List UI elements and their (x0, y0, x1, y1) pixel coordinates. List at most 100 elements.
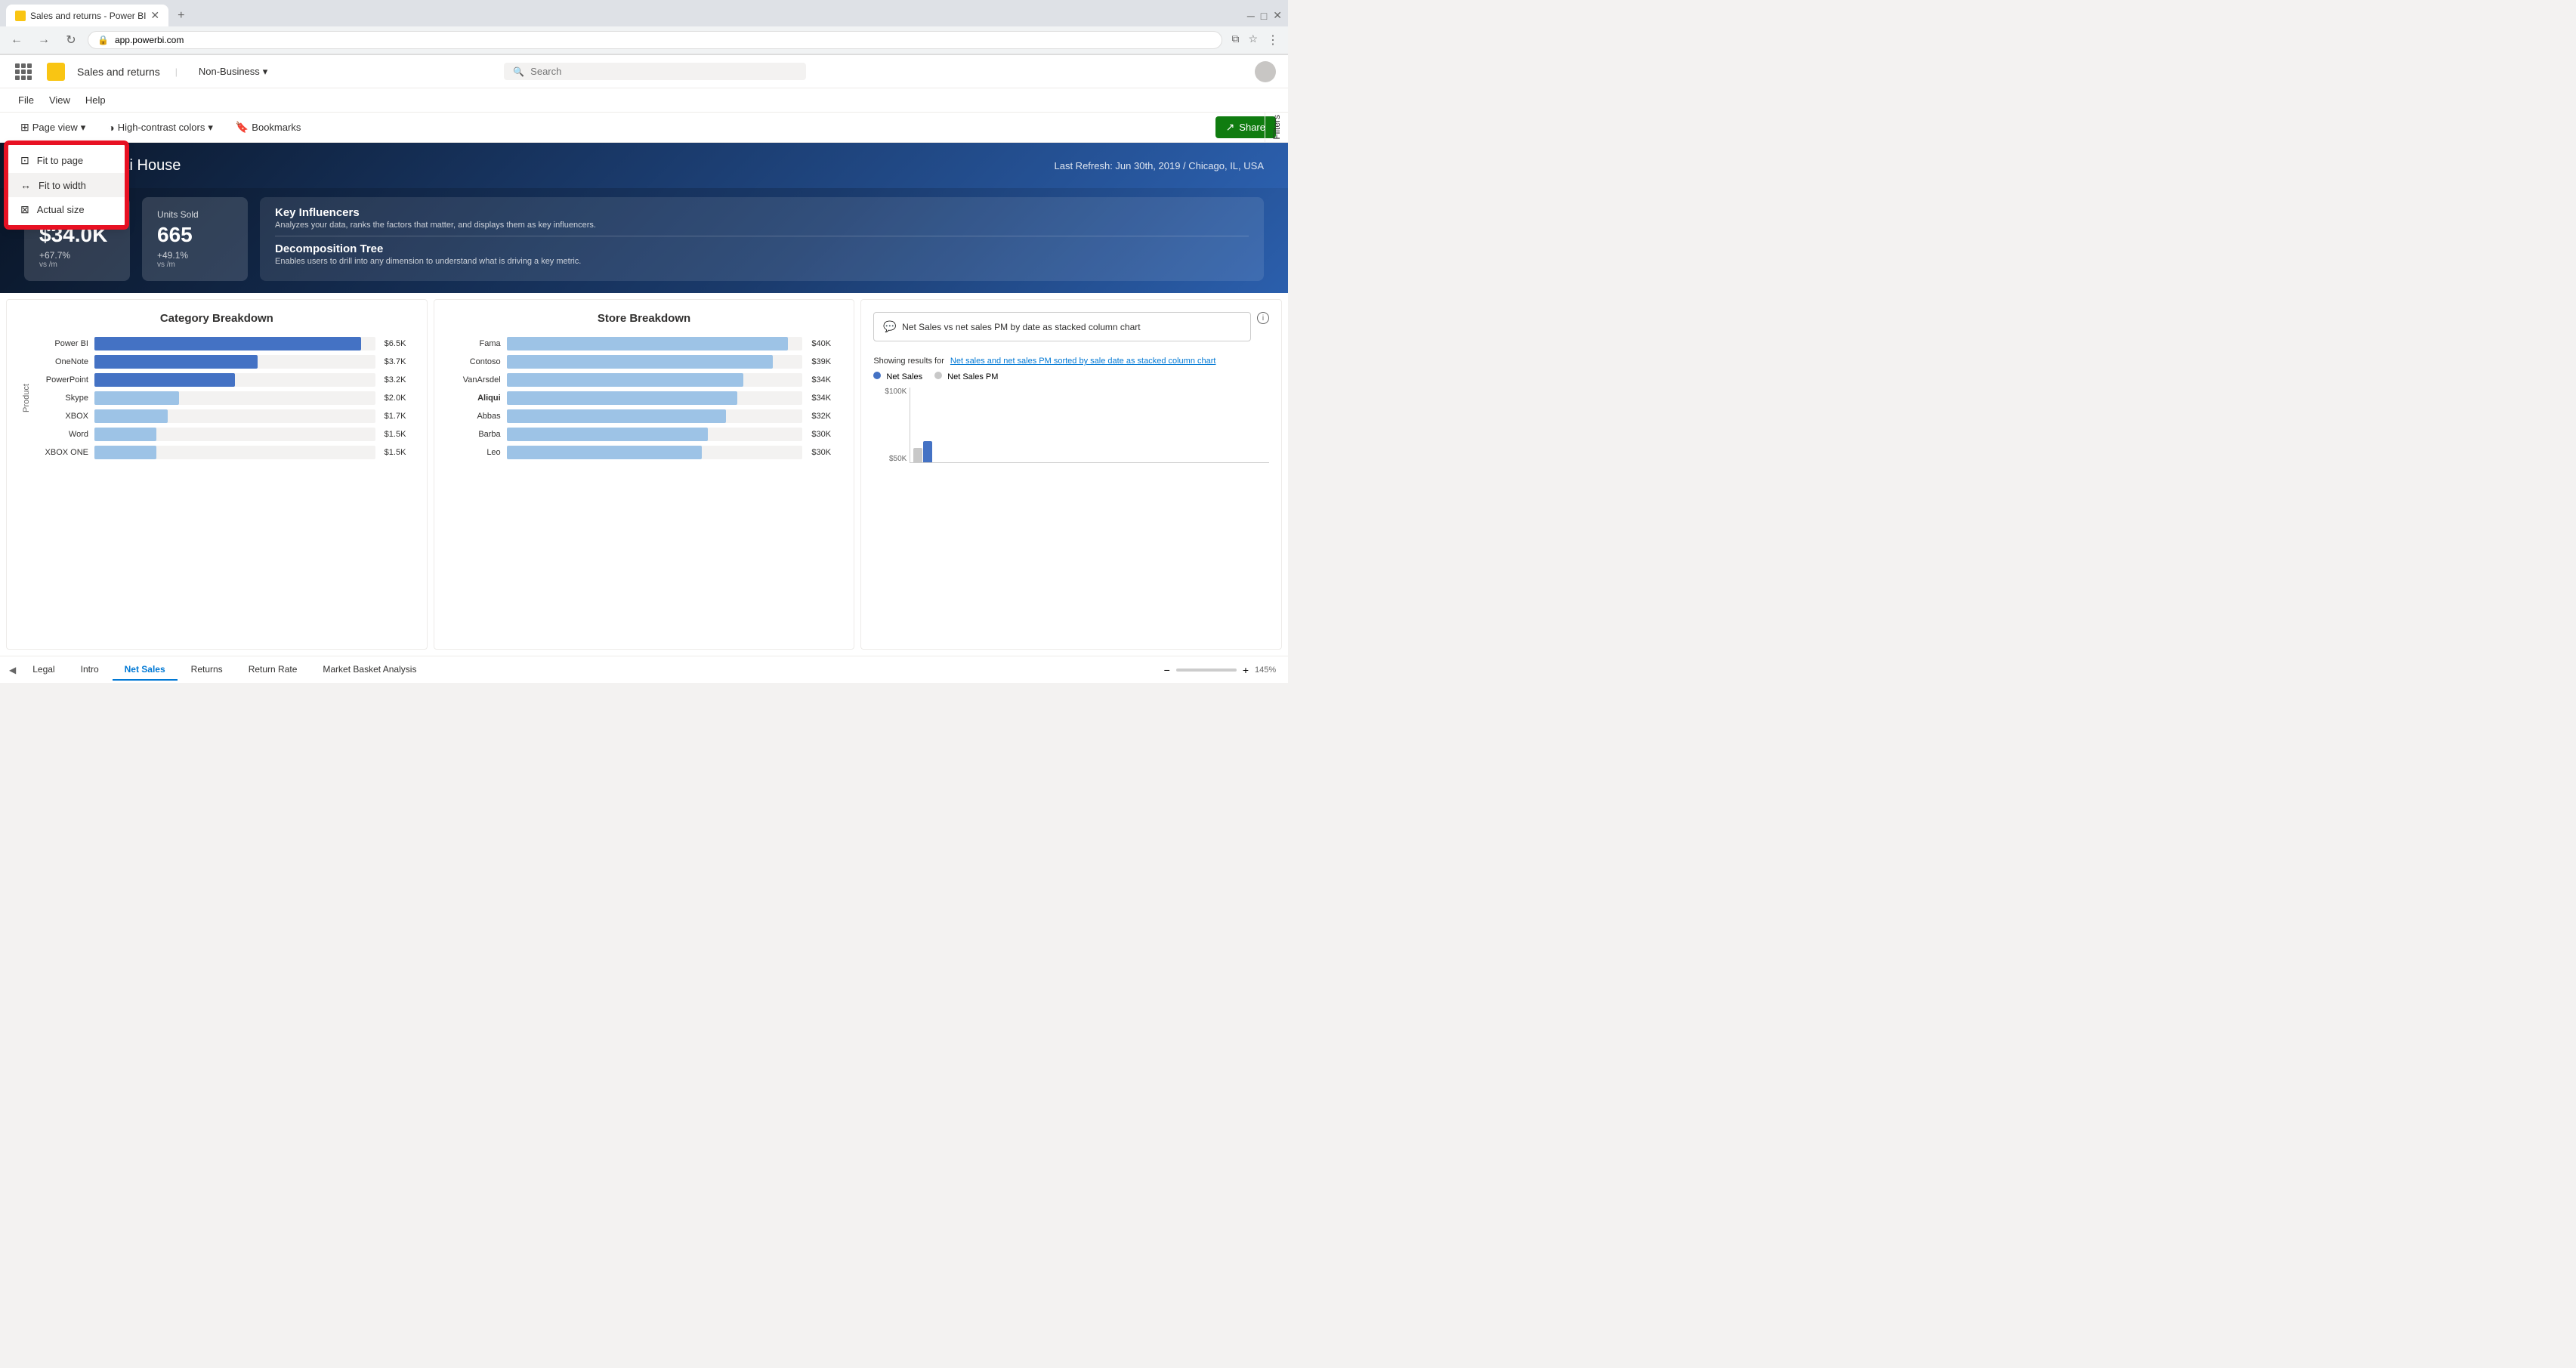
refresh-button[interactable]: ↻ (60, 29, 82, 51)
decomposition-tree-title: Decomposition Tree (275, 242, 1249, 255)
menu-file[interactable]: File (12, 91, 40, 109)
info-icon[interactable]: i (1257, 312, 1269, 324)
favorites-icon[interactable]: ☆ (1245, 29, 1261, 51)
zoom-slider[interactable] (1176, 669, 1237, 672)
table-row: Skype $2.0K (34, 391, 415, 405)
zoom-in-button[interactable]: + (1243, 664, 1249, 676)
table-row: Power BI $6.5K (34, 337, 415, 350)
key-influencers-title: Key Influencers (275, 206, 1249, 219)
net-sales-dot (873, 372, 881, 379)
bar-label: Aliqui (446, 394, 501, 403)
page-view-button[interactable]: ⊞ Page view ▾ (12, 117, 94, 137)
toolbar: ⊞ Page view ▾ ⊡ Fit to page ↔ Fit to wid… (0, 113, 1288, 143)
minimize-icon[interactable]: ─ (1247, 10, 1255, 22)
fit-to-width-option[interactable]: ↔ Fit to width (8, 173, 125, 197)
bookmarks-label: Bookmarks (252, 122, 301, 133)
page-view-label: Page view (32, 122, 78, 133)
back-button[interactable]: ← (6, 29, 27, 51)
bar-label: Contoso (446, 357, 501, 366)
bar-label: XBOX ONE (34, 448, 88, 457)
tab-market-basket[interactable]: Market Basket Analysis (310, 659, 428, 681)
extensions-icon[interactable]: ⧉ (1228, 29, 1242, 51)
page-view-chevron: ▾ (81, 122, 86, 134)
bar-value: $1.5K (385, 430, 415, 439)
net-sales-pm-legend-label: Net Sales PM (947, 372, 998, 381)
qa-query-box[interactable]: 💬 Net Sales vs net sales PM by date as s… (873, 312, 1251, 341)
bar-label: Word (34, 430, 88, 439)
qa-showing-value[interactable]: Net sales and net sales PM sorted by sal… (950, 357, 1216, 366)
tab-return-rate[interactable]: Return Rate (236, 659, 310, 681)
user-avatar[interactable] (1255, 61, 1276, 82)
workspace-label: Non-Business (199, 66, 260, 77)
bar-value: $39K (811, 357, 842, 366)
high-contrast-icon: ◑ (108, 122, 114, 134)
bar-label: Leo (446, 448, 501, 457)
table-row: XBOX ONE $1.5K (34, 446, 415, 459)
key-influencers-feature[interactable]: Key Influencers Analyzes your data, rank… (275, 206, 1249, 236)
units-sold-subtitle: vs /m (157, 261, 233, 269)
bar-value: $34K (811, 394, 842, 403)
table-row: PowerPoint $3.2K (34, 373, 415, 387)
bar-label: XBOX (34, 412, 88, 421)
decomposition-tree-feature[interactable]: Decomposition Tree Enables users to dril… (275, 242, 1249, 272)
menu-help[interactable]: Help (79, 91, 112, 109)
search-box[interactable]: 🔍 (504, 63, 806, 80)
tab-returns[interactable]: Returns (179, 659, 235, 681)
bar-track (94, 373, 375, 387)
store-breakdown-chart[interactable]: Store Breakdown Fama $40K Contoso $39K (434, 299, 855, 650)
table-row: VanArsdel $34K (446, 373, 842, 387)
qa-query-text: Net Sales vs net sales PM by date as sta… (902, 322, 1140, 332)
bar-label: VanArsdel (446, 375, 501, 384)
bar-track (94, 337, 375, 350)
maximize-icon[interactable]: □ (1261, 10, 1267, 22)
tab-legal[interactable]: Legal (20, 659, 66, 681)
tab-scroll-left[interactable]: ◀ (6, 662, 19, 678)
table-row: Leo $30K (446, 446, 842, 459)
app-title: Sales and returns (77, 66, 160, 78)
zoom-out-button[interactable]: − (1164, 664, 1170, 676)
menu-view[interactable]: View (43, 91, 76, 109)
bar-track (94, 446, 375, 459)
forward-button[interactable]: → (33, 29, 54, 51)
qa-chart-card[interactable]: 💬 Net Sales vs net sales PM by date as s… (860, 299, 1282, 650)
store-chart-title: Store Breakdown (446, 312, 842, 325)
workspace-selector[interactable]: Non-Business ▾ (193, 63, 273, 81)
bookmarks-button[interactable]: 🔖 Bookmarks (227, 117, 309, 137)
bar-value: $40K (811, 339, 842, 348)
bar-label: Barba (446, 430, 501, 439)
header-divider: | (175, 66, 178, 77)
net-sales-legend-label: Net Sales (886, 372, 922, 381)
more-icon[interactable]: ⋮ (1264, 29, 1282, 51)
table-row: XBOX $1.7K (34, 409, 415, 423)
qa-showing-section: Showing results for Net sales and net sa… (873, 357, 1269, 366)
qa-query-icon: 💬 (883, 320, 896, 332)
waffle-menu-button[interactable] (12, 60, 35, 83)
close-icon[interactable]: ✕ (1273, 9, 1282, 22)
zoom-controls: − + 145% (1164, 664, 1282, 676)
browser-chrome: Sales and returns - Power BI ✕ + ─ □ ✕ ←… (0, 0, 1288, 55)
bar-track (507, 428, 803, 441)
tab-title: Sales and returns - Power BI (30, 11, 146, 21)
active-tab[interactable]: Sales and returns - Power BI ✕ (6, 5, 168, 26)
new-tab-button[interactable]: + (171, 6, 190, 26)
filters-panel-toggle[interactable]: Filters (1265, 113, 1288, 142)
tab-close-button[interactable]: ✕ (150, 9, 159, 22)
bar-value: $3.2K (385, 375, 415, 384)
address-bar[interactable]: 🔒 app.powerbi.com (88, 31, 1222, 49)
search-input[interactable] (530, 66, 797, 77)
units-sold-label: Units Sold (157, 209, 233, 220)
table-row: Abbas $32K (446, 409, 842, 423)
actual-size-option[interactable]: ⊠ Actual size (8, 197, 125, 222)
tab-intro[interactable]: Intro (69, 659, 111, 681)
fit-to-page-option[interactable]: ⊡ Fit to page (8, 148, 125, 173)
bar-value: $30K (811, 448, 842, 457)
bar-label: Skype (34, 394, 88, 403)
units-sold-kpi: Units Sold 665 +49.1% vs /m (142, 197, 248, 281)
table-row: Barba $30K (446, 428, 842, 441)
bar-track (94, 409, 375, 423)
tab-net-sales[interactable]: Net Sales (113, 659, 178, 681)
net-sales-subtitle: vs /m (39, 261, 115, 269)
high-contrast-button[interactable]: ◑ High-contrast colors ▾ (100, 118, 221, 137)
category-breakdown-chart[interactable]: Category Breakdown Product Power BI $6.5… (6, 299, 428, 650)
bottom-tabs: ◀ Legal Intro Net Sales Returns Return R… (0, 656, 1288, 683)
